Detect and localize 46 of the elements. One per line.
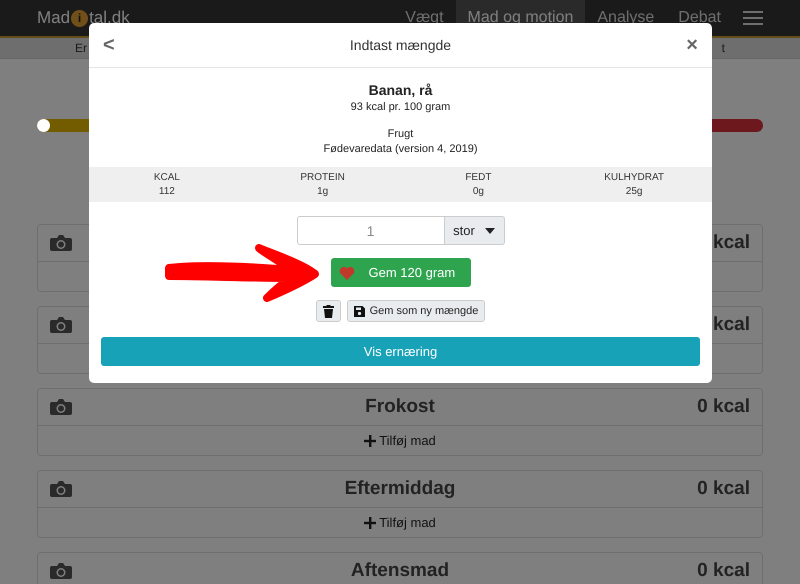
trash-icon	[322, 304, 334, 318]
show-nutrition-button[interactable]: Vis ernæring	[101, 337, 700, 366]
camera-icon[interactable]	[50, 316, 72, 334]
nutrient-label: PROTEIN	[300, 172, 345, 183]
meal-kcal: kcal	[713, 232, 750, 254]
menu-icon[interactable]	[743, 10, 763, 26]
unit-dropdown[interactable]: stor	[444, 216, 504, 245]
plus-icon	[364, 434, 376, 446]
food-name: Banan, rå	[368, 82, 432, 98]
food-energy: 93 kcal pr. 100 gram	[350, 101, 450, 113]
nutrient-label: KULHYDRAT	[604, 172, 664, 183]
heart-icon	[338, 266, 354, 280]
nutrient-label: KCAL	[154, 172, 180, 183]
meal-title: Eftermiddag	[344, 478, 456, 500]
nutrient-value: 0g	[472, 186, 484, 197]
dialog-title: Indtast mængde	[350, 37, 452, 53]
food-source: Fødevaredata (version 4, 2019)	[323, 143, 478, 155]
logo[interactable]: Mad i tal.dk	[37, 8, 130, 28]
delete-button[interactable]	[316, 300, 341, 322]
caret-icon	[484, 228, 495, 234]
save-new-button[interactable]: Gem som ny mængde	[346, 300, 486, 322]
food-category: Frugt	[388, 128, 414, 140]
subnav-item[interactable]: t	[722, 38, 725, 58]
progress-handle	[37, 119, 50, 132]
meal-kcal: 0 kcal	[697, 396, 750, 418]
camera-icon[interactable]	[50, 234, 72, 252]
amount-field[interactable]: 1	[296, 216, 444, 245]
camera-icon[interactable]	[50, 480, 72, 498]
nutrient-value: 25g	[626, 186, 642, 197]
meal-kcal: 0 kcal	[697, 478, 750, 500]
nutrient-value: 1g	[317, 186, 328, 197]
add-food-link[interactable]: Tilføj mad	[364, 515, 436, 530]
add-food-link[interactable]: Tilføj mad	[364, 433, 436, 448]
plus-icon	[364, 516, 376, 528]
camera-icon[interactable]	[50, 562, 72, 580]
nutrient-value: 112	[158, 186, 175, 197]
save-button[interactable]: Gem 120 gram	[330, 258, 470, 287]
meal-title: Frokost	[365, 396, 435, 418]
back-button[interactable]: <	[101, 34, 117, 56]
meal-title: Aftensmad	[350, 560, 450, 582]
meal-kcal: kcal	[713, 314, 750, 336]
meal-kcal: 0 kcal	[697, 560, 750, 582]
nutrient-label: FEDT	[465, 172, 492, 183]
camera-icon[interactable]	[50, 398, 72, 416]
subnav-item[interactable]: Er	[75, 38, 87, 58]
close-button[interactable]: ×	[684, 34, 700, 56]
